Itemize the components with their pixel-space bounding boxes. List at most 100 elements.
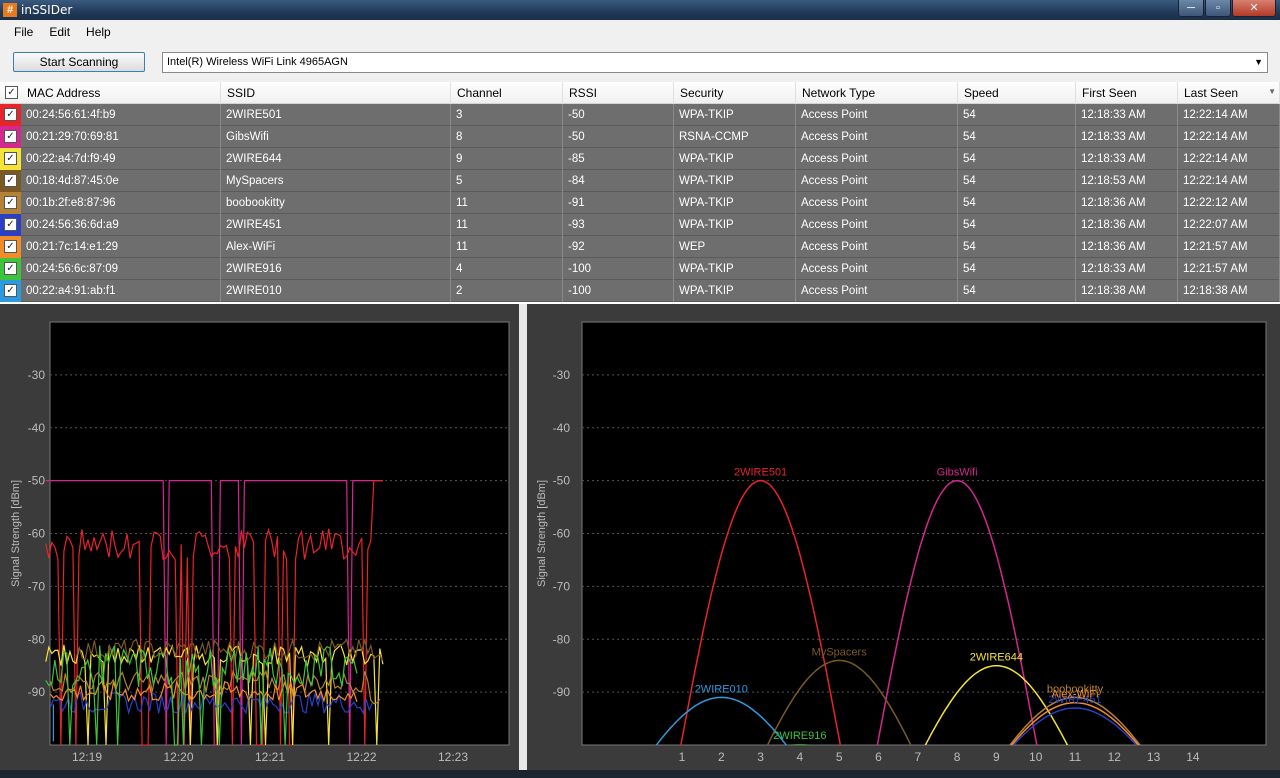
timeline-y-tick-label: -40 bbox=[28, 421, 46, 435]
minimize-button[interactable]: ─ bbox=[1178, 0, 1204, 17]
timeline-x-tick-label: 12:20 bbox=[163, 750, 193, 764]
channel-x-tick-label: 6 bbox=[875, 750, 882, 764]
table-row[interactable]: ✓ 00:24:56:36:6d:a9 2WIRE451 11 -93 WPA-TKIP A… bbox=[0, 214, 1280, 236]
maximize-button[interactable]: ▫ bbox=[1205, 0, 1231, 17]
table-row[interactable]: ✓ 00:21:7c:14:e1:29 Alex-WiFi 11 -92 WEP Acces… bbox=[0, 236, 1280, 258]
cell-type: Access Point bbox=[796, 280, 958, 302]
cell-ssid: 2WIRE010 bbox=[221, 280, 451, 302]
network-checkbox[interactable]: ✓ bbox=[4, 284, 17, 297]
cell-last: 12:22:12 AM bbox=[1178, 192, 1280, 214]
cell-rssi: -91 bbox=[563, 192, 674, 214]
cell-speed: 54 bbox=[958, 280, 1076, 302]
table-row[interactable]: ✓ 00:24:56:6c:87:09 2WIRE916 4 -100 WPA-TKIP A… bbox=[0, 258, 1280, 280]
cell-speed: 54 bbox=[958, 104, 1076, 126]
cell-first: 12:18:33 AM bbox=[1076, 148, 1178, 170]
cell-first: 12:18:36 AM bbox=[1076, 214, 1178, 236]
channel-y-tick-label: -60 bbox=[553, 527, 571, 541]
cell-ssid: 2WIRE916 bbox=[221, 258, 451, 280]
table-row[interactable]: ✓ 00:22:a4:91:ab:f1 2WIRE010 2 -100 WPA-TKIP A… bbox=[0, 280, 1280, 302]
cell-channel: 8 bbox=[451, 126, 563, 148]
cell-mac: 00:22:a4:91:ab:f1 bbox=[21, 280, 221, 302]
column-header-first-seen[interactable]: First Seen bbox=[1076, 82, 1178, 104]
cell-rssi: -50 bbox=[563, 126, 674, 148]
cell-type: Access Point bbox=[796, 214, 958, 236]
cell-rssi: -50 bbox=[563, 104, 674, 126]
cell-rssi: -92 bbox=[563, 236, 674, 258]
channel-curve-label: MySpacers bbox=[812, 646, 868, 658]
channel-x-tick-label: 4 bbox=[797, 750, 804, 764]
network-color-swatch: ✓ bbox=[0, 258, 21, 280]
cell-first: 12:18:38 AM bbox=[1076, 280, 1178, 302]
cell-last: 12:22:14 AM bbox=[1178, 170, 1280, 192]
network-checkbox[interactable]: ✓ bbox=[4, 240, 17, 253]
channel-y-tick-label: -80 bbox=[553, 632, 571, 646]
table-row[interactable]: ✓ 00:18:4d:87:45:0e MySpacers 5 -84 WPA-TKIP A… bbox=[0, 170, 1280, 192]
menu-help[interactable]: Help bbox=[78, 25, 119, 39]
cell-security: WPA-TKIP bbox=[674, 170, 796, 192]
chevron-down-icon: ▼ bbox=[1254, 57, 1263, 67]
channel-y-tick-label: -70 bbox=[553, 579, 571, 593]
cell-ssid: 2WIRE644 bbox=[221, 148, 451, 170]
cell-speed: 54 bbox=[958, 170, 1076, 192]
column-header-network-type[interactable]: Network Type bbox=[796, 82, 958, 104]
column-header-rssi[interactable]: RSSI bbox=[563, 82, 674, 104]
column-header-security[interactable]: Security bbox=[674, 82, 796, 104]
cell-speed: 54 bbox=[958, 192, 1076, 214]
close-button[interactable]: ✕ bbox=[1232, 0, 1276, 17]
channel-x-tick-label: 13 bbox=[1147, 750, 1161, 764]
network-checkbox[interactable]: ✓ bbox=[4, 218, 17, 231]
cell-last: 12:21:57 AM bbox=[1178, 236, 1280, 258]
network-color-swatch: ✓ bbox=[0, 192, 21, 214]
cell-channel: 9 bbox=[451, 148, 563, 170]
menu-edit[interactable]: Edit bbox=[41, 25, 78, 39]
column-header-last-seen[interactable]: Last Seen bbox=[1178, 82, 1280, 104]
timeline-y-tick-label: -90 bbox=[28, 685, 46, 699]
channel-x-tick-label: 3 bbox=[757, 750, 764, 764]
network-checkbox[interactable]: ✓ bbox=[4, 152, 17, 165]
start-scanning-button[interactable]: Start Scanning bbox=[13, 52, 145, 72]
window-title: inSSIDer bbox=[21, 3, 73, 17]
column-header-channel[interactable]: Channel bbox=[451, 82, 563, 104]
cell-type: Access Point bbox=[796, 236, 958, 258]
column-header-mac-address[interactable]: MAC Address bbox=[21, 82, 221, 104]
table-row[interactable]: ✓ 00:22:a4:7d:f9:49 2WIRE644 9 -85 WPA-TKIP Ac… bbox=[0, 148, 1280, 170]
cell-security: WEP bbox=[674, 236, 796, 258]
network-checkbox[interactable]: ✓ bbox=[4, 130, 17, 143]
network-checkbox[interactable]: ✓ bbox=[4, 196, 17, 209]
table-row[interactable]: ✓ 00:24:56:61:4f:b9 2WIRE501 3 -50 WPA-TKIP Ac… bbox=[0, 104, 1280, 126]
channel-y-tick-label: -40 bbox=[553, 421, 571, 435]
channel-x-tick-label: 10 bbox=[1029, 750, 1043, 764]
timeline-x-tick-label: 12:21 bbox=[255, 750, 285, 764]
cell-speed: 54 bbox=[958, 236, 1076, 258]
network-checkbox[interactable]: ✓ bbox=[4, 262, 17, 275]
cell-first: 12:18:33 AM bbox=[1076, 126, 1178, 148]
cell-ssid: Alex-WiFi bbox=[221, 236, 451, 258]
channel-curve-label: 2WIRE916 bbox=[773, 730, 826, 742]
cell-channel: 2 bbox=[451, 280, 563, 302]
select-all-checkbox[interactable]: ✓ bbox=[5, 86, 18, 99]
table-header: ✓ MAC Address SSID Channel RSSI Security Netwo… bbox=[0, 82, 1280, 104]
cell-mac: 00:18:4d:87:45:0e bbox=[21, 170, 221, 192]
channel-x-tick-label: 8 bbox=[954, 750, 961, 764]
adapter-select[interactable]: Intel(R) Wireless WiFi Link 4965AGN ▼ bbox=[162, 52, 1268, 73]
cell-type: Access Point bbox=[796, 126, 958, 148]
cell-speed: 54 bbox=[958, 258, 1076, 280]
sort-arrow-icon: ▼ bbox=[1268, 87, 1276, 96]
network-color-swatch: ✓ bbox=[0, 236, 21, 258]
column-header-ssid[interactable]: SSID bbox=[221, 82, 451, 104]
column-header-speed[interactable]: Speed bbox=[958, 82, 1076, 104]
cell-mac: 00:24:56:6c:87:09 bbox=[21, 258, 221, 280]
cell-first: 12:18:33 AM bbox=[1076, 104, 1178, 126]
cell-last: 12:22:14 AM bbox=[1178, 104, 1280, 126]
cell-ssid: 2WIRE501 bbox=[221, 104, 451, 126]
menu-file[interactable]: File bbox=[6, 25, 41, 39]
table-row[interactable]: ✓ 00:21:29:70:69:81 GibsWifi 8 -50 RSNA-CCMP A… bbox=[0, 126, 1280, 148]
toolbar: Start Scanning Intel(R) Wireless WiFi Li… bbox=[0, 44, 1280, 82]
cell-ssid: GibsWifi bbox=[221, 126, 451, 148]
network-color-swatch: ✓ bbox=[0, 170, 21, 192]
channel-curve-label: 2WIRE501 bbox=[734, 467, 787, 479]
network-color-swatch: ✓ bbox=[0, 280, 21, 302]
network-checkbox[interactable]: ✓ bbox=[4, 108, 17, 121]
network-checkbox[interactable]: ✓ bbox=[4, 174, 17, 187]
table-row[interactable]: ✓ 00:1b:2f:e8:87:96 boobookitty 11 -91 WPA-TK… bbox=[0, 192, 1280, 214]
